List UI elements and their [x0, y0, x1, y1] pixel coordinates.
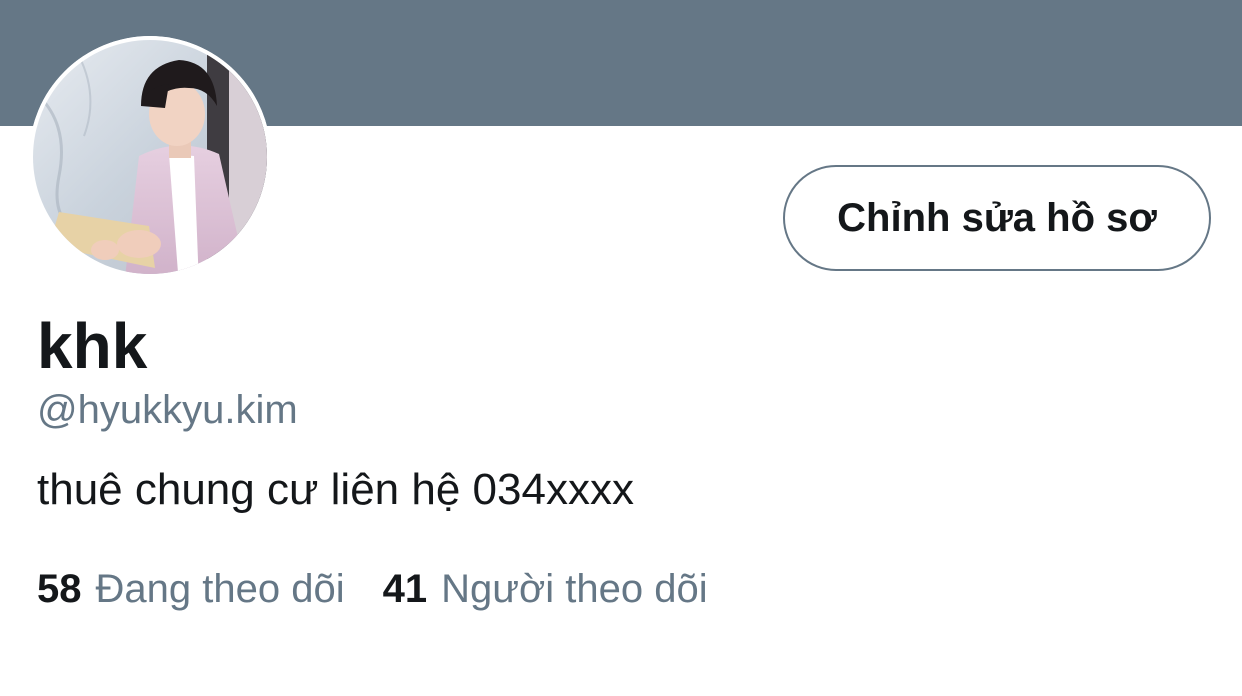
- username-handle: @hyukkyu.kim: [37, 388, 298, 432]
- followers-count: 41: [382, 567, 428, 611]
- following-label: Đang theo dõi: [95, 567, 345, 611]
- display-name: khk: [37, 310, 148, 382]
- follow-stats: 58 Đang theo dõi 41 Người theo dõi: [37, 565, 708, 613]
- profile-avatar[interactable]: [29, 36, 271, 278]
- edit-profile-button[interactable]: Chỉnh sửa hồ sơ: [783, 165, 1211, 271]
- profile-bio: thuê chung cư liên hệ 034xxxx: [37, 465, 634, 514]
- followers-stat[interactable]: 41 Người theo dõi: [383, 565, 708, 613]
- profile-header: Chỉnh sửa hồ sơ khk @hyukkyu.kim thuê ch…: [0, 0, 1242, 696]
- following-count: 58: [37, 567, 82, 611]
- user-photo-icon: [29, 36, 271, 278]
- followers-label: Người theo dõi: [441, 567, 708, 611]
- following-stat[interactable]: 58 Đang theo dõi: [37, 565, 345, 613]
